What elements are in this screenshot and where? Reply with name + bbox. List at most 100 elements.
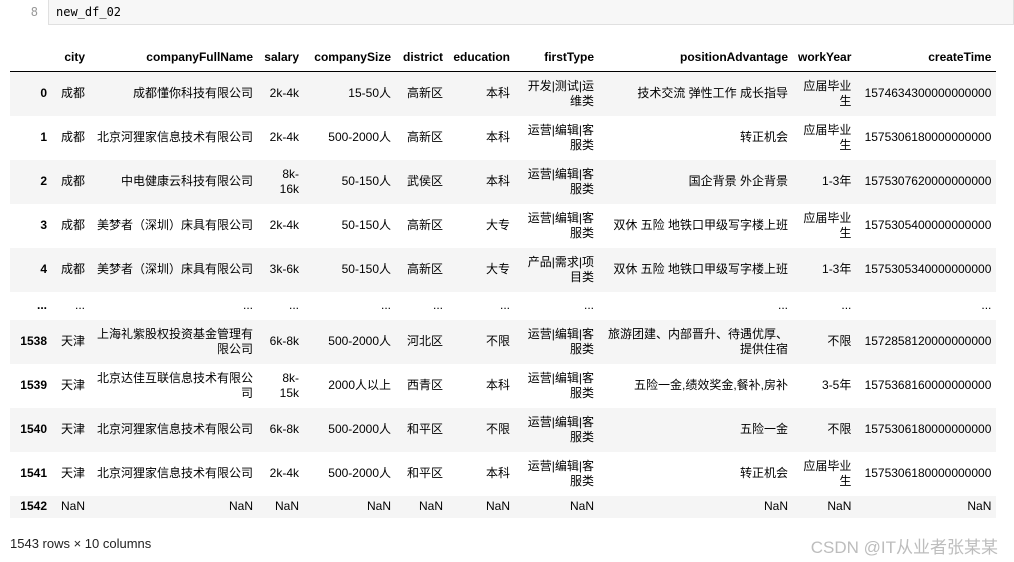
table-cell-salary: ... xyxy=(288,298,299,312)
table-cell-companyFullName: 北京达佳互联信息技术有限公司 xyxy=(96,370,253,400)
table-cell-city: 天津 xyxy=(60,378,85,392)
table-cell-district: NaN xyxy=(418,499,443,513)
table-cell-city: ... xyxy=(74,298,85,312)
table-cell-district: 高新区 xyxy=(406,86,443,101)
code-cell[interactable]: 8 new_df_02 xyxy=(0,0,1014,26)
column-header-salary: salary xyxy=(258,44,304,72)
table-cell-education: 不限 xyxy=(485,422,510,436)
shape-text: 1543 rows × 10 columns xyxy=(10,536,152,551)
table-cell-workYear: 应届毕业生 xyxy=(803,210,852,240)
table-cell-companyFullName: NaN xyxy=(228,499,253,513)
table-cell-district: 和平区 xyxy=(406,466,443,480)
table-row: 1540 天津 北京河狸家信息技术有限公司 6k-8k 500-2000人 和平区 不限 运营… xyxy=(10,407,997,452)
table-cell-companySize: 15-50人 xyxy=(348,86,391,101)
row-index: 4 xyxy=(40,262,47,276)
table-cell-salary: NaN xyxy=(274,499,299,513)
row-index: 2 xyxy=(40,174,47,188)
table-cell-companySize: 500-2000人 xyxy=(328,466,391,480)
table-cell-companySize: 50-150人 xyxy=(341,262,391,276)
table-cell-companySize: 500-2000人 xyxy=(328,334,391,348)
table-cell-positionAdvantage: 双休 五险 地铁口甲级写字楼上班 xyxy=(613,262,788,276)
table-cell-createTime: 1575306180000000000 xyxy=(864,130,992,144)
table-cell-createTime: 1575305340000000000 xyxy=(864,262,992,276)
table-row: 1539 天津 北京达佳互联信息技术有限公司 8k-15k 2000人以上 西青区 本科 运营… xyxy=(10,363,997,408)
table-cell-city: 天津 xyxy=(60,422,85,436)
column-header-education: education xyxy=(448,44,515,72)
table-cell-workYear: NaN xyxy=(827,499,852,513)
table-cell-createTime: 1575306180000000000 xyxy=(864,466,992,480)
table-cell-companySize: ... xyxy=(380,298,391,312)
table-cell-positionAdvantage: 双休 五险 地铁口甲级写字楼上班 xyxy=(613,218,788,232)
table-cell-district: ... xyxy=(432,298,443,312)
row-index: 1 xyxy=(40,130,47,144)
table-cell-district: 高新区 xyxy=(406,262,443,276)
header-row: city companyFullName salary companySize … xyxy=(10,44,997,72)
table-cell-city: 成都 xyxy=(60,218,85,232)
table-cell-createTime: 1575305400000000000 xyxy=(864,218,992,232)
table-cell-firstType: 运营|编辑|客服类 xyxy=(527,458,594,488)
table-cell-workYear: 应届毕业生 xyxy=(803,458,852,488)
table-cell-createTime: 1575307620000000000 xyxy=(864,174,992,188)
table-cell-salary: 3k-6k xyxy=(269,262,299,276)
table-body: 0 成都 成都懂你科技有限公司 2k-4k 15-50人 高新区 本科 开发|测试|运维类 技术… xyxy=(10,71,997,518)
table-cell-workYear: 不限 xyxy=(827,334,852,348)
column-header-district: district xyxy=(396,44,448,72)
table-cell-district: 高新区 xyxy=(406,130,443,144)
table-cell-firstType: 运营|编辑|客服类 xyxy=(527,210,594,240)
table-cell-education: 本科 xyxy=(485,86,510,101)
table-cell-city: 天津 xyxy=(60,466,85,480)
table-cell-positionAdvantage: 国企背景 外企背景 xyxy=(688,174,788,188)
watermark: CSDN @IT从业者张某某 xyxy=(810,538,998,557)
table-cell-companyFullName: 美梦者（深圳）床具有限公司 xyxy=(96,262,253,276)
table-cell-district: 高新区 xyxy=(406,218,443,232)
table-cell-city: 成都 xyxy=(60,262,85,276)
table-cell-companyFullName: 美梦者（深圳）床具有限公司 xyxy=(96,218,253,232)
table-cell-companyFullName: 上海礼紫股权投资基金管理有限公司 xyxy=(96,326,253,356)
table-cell-district: 和平区 xyxy=(406,422,443,436)
table-cell-firstType: 运营|编辑|客服类 xyxy=(527,122,594,152)
row-index: 1539 xyxy=(20,378,47,392)
row-index: 1540 xyxy=(20,422,47,436)
table-cell-positionAdvantage: NaN xyxy=(763,499,788,513)
table-cell-salary: 6k-8k xyxy=(269,422,299,436)
table-cell-workYear: 1-3年 xyxy=(822,174,852,188)
table-row: 1 成都 北京河狸家信息技术有限公司 2k-4k 500-2000人 高新区 本科 运营|编辑… xyxy=(10,115,997,160)
code-editor[interactable] xyxy=(48,0,1014,25)
table-cell-createTime: NaN xyxy=(967,499,992,513)
table-cell-salary: 2k-4k xyxy=(269,130,299,144)
row-index: 1541 xyxy=(20,466,47,480)
table-cell-companySize: 500-2000人 xyxy=(328,130,391,144)
table-cell-education: ... xyxy=(499,298,510,312)
table-cell-companySize: 50-150人 xyxy=(341,218,391,232)
table-cell-createTime: ... xyxy=(981,298,992,312)
code-text[interactable]: new_df_02 xyxy=(56,5,121,19)
table-cell-positionAdvantage: 五险一金 xyxy=(739,422,788,436)
table-cell-createTime: 1575368160000000000 xyxy=(864,378,992,392)
row-index: 0 xyxy=(40,86,47,101)
table-cell-companySize: 500-2000人 xyxy=(328,422,391,436)
table-cell-firstType: 运营|编辑|客服类 xyxy=(527,414,594,444)
table-cell-salary: 2k-4k xyxy=(269,86,299,101)
table-cell-positionAdvantage: 转正机会 xyxy=(739,130,788,144)
table-cell-firstType: 运营|编辑|客服类 xyxy=(527,326,594,356)
table-row: 3 成都 美梦者（深圳）床具有限公司 2k-4k 50-150人 高新区 大专 运营|编辑|客… xyxy=(10,203,997,248)
table-row: 4 成都 美梦者（深圳）床具有限公司 3k-6k 50-150人 高新区 大专 产品|需求|项… xyxy=(10,247,997,292)
table-cell-positionAdvantage: 旅游团建、内部晋升、待遇优厚、提供住宿 xyxy=(607,326,788,356)
table-cell-companyFullName: 北京河狸家信息技术有限公司 xyxy=(96,422,253,436)
table-cell-salary: 8k-16k xyxy=(279,166,299,196)
table-cell-city: 成都 xyxy=(60,130,85,144)
table-cell-positionAdvantage: 技术交流 弹性工作 成长指导 xyxy=(637,86,788,101)
table-cell-workYear: 1-3年 xyxy=(822,262,852,276)
table-cell-positionAdvantage: 转正机会 xyxy=(739,466,788,480)
table-cell-companyFullName: ... xyxy=(242,298,253,312)
table-cell-education: 不限 xyxy=(485,334,510,348)
line-number: 8 xyxy=(30,5,38,19)
table-cell-createTime: 1574634300000000000 xyxy=(864,86,992,101)
table-cell-firstType: 运营|编辑|客服类 xyxy=(527,370,594,400)
table-cell-firstType: 产品|需求|项目类 xyxy=(527,254,594,284)
table-row: 1538 天津 上海礼紫股权投资基金管理有限公司 6k-8k 500-2000人 河北区 不… xyxy=(10,319,997,364)
table-cell-salary: 6k-8k xyxy=(269,334,299,348)
table-cell-city: 成都 xyxy=(60,174,85,188)
table-cell-district: 武侯区 xyxy=(406,174,443,188)
table-cell-companyFullName: 成都懂你科技有限公司 xyxy=(132,86,253,101)
